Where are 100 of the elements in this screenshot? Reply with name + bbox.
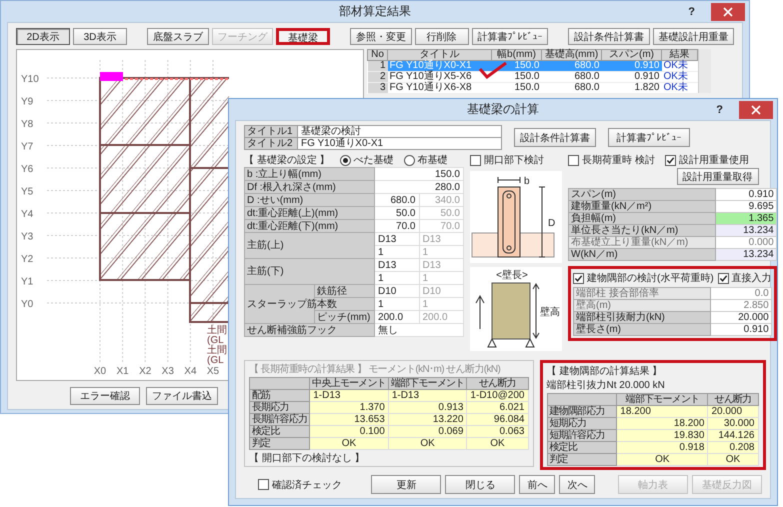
table-cell: 0.100 — [310, 426, 388, 438]
report-button[interactable]: 設計条件計算書 — [514, 128, 596, 147]
member-type-button[interactable]: 基礎梁 — [276, 28, 330, 45]
column-header: スパン(m) — [602, 50, 662, 60]
table-cell: 0.918 — [616, 442, 708, 454]
table-cell[interactable]: 13.234 — [715, 248, 776, 260]
checkbox-label: 長期荷重時 検討 — [582, 154, 655, 167]
table-cell: 150.0 — [492, 82, 542, 94]
row-header: 建物重量(kN／m²) — [568, 200, 716, 212]
checkbox-label: 開口部下検討 — [484, 154, 544, 167]
table-cell: 3 — [368, 82, 388, 94]
report-button[interactable]: 計算書ﾌﾟﾚﾋﾞｭｰ — [608, 128, 690, 147]
table-cell[interactable]: D13 — [374, 258, 419, 272]
table-cell[interactable]: 0.910 — [710, 324, 772, 336]
table-cell: 1.820 — [602, 82, 662, 94]
table-row[interactable]: 3 FG Y10通りX6-X8 150.0 680.0 1.820 OK未 — [368, 82, 698, 94]
table-cell: D13 — [419, 232, 464, 246]
radio-button[interactable] — [404, 154, 415, 166]
table-cell: 0.910 — [602, 72, 662, 82]
table-cell: D13 — [419, 258, 464, 272]
table-cell: D10 — [419, 284, 464, 298]
checkbox[interactable] — [664, 154, 676, 166]
row-header: スパン(m) — [568, 188, 716, 200]
plan-note: (GL — [207, 335, 224, 346]
table-cell[interactable]: 1 — [374, 298, 419, 310]
row-header: 主筋(下) — [244, 258, 375, 284]
scrollbar[interactable] — [698, 49, 711, 93]
table-cell[interactable]: 280.0 — [374, 180, 464, 194]
radio-button[interactable] — [340, 154, 351, 166]
load-arrow — [476, 295, 484, 330]
table-cell: OK — [310, 438, 388, 450]
checkbox[interactable] — [718, 272, 729, 284]
table-cell[interactable]: D13 — [374, 232, 419, 246]
table-cell[interactable]: 0.910 — [715, 188, 776, 200]
axis-label: Y7 — [21, 142, 34, 152]
table-cell[interactable]: 680.0 — [374, 194, 419, 206]
table-cell[interactable]: 70.0 — [374, 220, 419, 232]
checkbox[interactable] — [568, 154, 579, 166]
table-cell[interactable]: 無し — [374, 324, 464, 336]
table-cell: OK — [466, 438, 528, 450]
checkbox[interactable] — [470, 154, 481, 166]
axis-label: Y5 — [21, 186, 34, 198]
table-cell: 70.0 — [419, 220, 464, 232]
radio-label: 布基礎 — [418, 154, 448, 167]
row-header: 短期応力 — [547, 418, 617, 430]
toolbar-button[interactable]: 行削除 — [414, 28, 469, 45]
drawing-title: <壁長> — [496, 270, 528, 281]
table-cell: 0.063 — [466, 426, 528, 438]
toolbar-button[interactable]: 計算書ﾌﾟﾚﾋﾞｭｰ — [472, 28, 548, 45]
close-button[interactable] — [711, 2, 745, 20]
axis-label: Y4 — [21, 209, 34, 220]
axis-label: X2 — [139, 366, 152, 377]
dimension-line — [538, 186, 546, 258]
row-header: タイトル2 — [244, 138, 298, 150]
table-row[interactable]: 2 FG Y10通りX5-X6 150.0 680.0 0.910 OK未 — [368, 72, 698, 82]
toolbar-button[interactable]: 基礎設計用重量 — [652, 28, 734, 45]
close-icon[interactable] — [723, 6, 733, 16]
table-cell[interactable]: 1.365 — [715, 212, 776, 224]
row-header: 布基礎立上り重量(kN／m) — [568, 236, 716, 248]
row-header: W(kN／m) — [568, 248, 716, 260]
table-cell[interactable]: 1 — [374, 246, 419, 258]
height-arrow — [532, 283, 540, 339]
help-button[interactable]: ? — [716, 104, 723, 116]
table-cell[interactable]: 9.695 — [715, 200, 776, 212]
checkbox[interactable] — [573, 272, 584, 284]
table-cell[interactable]: 13.234 — [715, 224, 776, 236]
table-cell[interactable]: 20.000 — [710, 312, 772, 324]
footer-button[interactable]: 前へ — [519, 475, 556, 494]
footer-button[interactable]: 次へ — [559, 475, 596, 494]
close-icon[interactable] — [751, 104, 761, 114]
plan-note: 土間 — [207, 325, 227, 336]
view-tab[interactable]: 2D表示 — [16, 28, 70, 45]
table-row[interactable]: 1 FG Y10通りX0-X1 150.0 680.0 0.910 OK未 — [368, 60, 698, 72]
title-field[interactable]: 基礎梁の検討 — [298, 126, 502, 138]
close-button[interactable] — [739, 100, 773, 118]
table-cell[interactable]: 50.0 — [374, 206, 419, 220]
action-button[interactable]: エラー確認 — [70, 387, 140, 405]
checkbox[interactable] — [258, 479, 269, 490]
column-header: 中央上モーメント — [310, 378, 388, 390]
column-header: タイトル — [388, 50, 492, 60]
table-cell[interactable]: 1 — [374, 272, 419, 284]
get-weight-button[interactable]: 設計用重量取得 — [676, 168, 759, 185]
action-button[interactable]: ファイル書込 — [146, 387, 218, 405]
footer-button[interactable]: 閉じる — [445, 475, 516, 494]
table-cell[interactable]: 200.0 — [374, 310, 419, 324]
table-cell[interactable]: D10 — [374, 284, 419, 298]
member-type-button[interactable]: 底盤スラブ — [146, 28, 209, 45]
title-field[interactable]: FG Y10通りX0-X1 — [298, 138, 502, 150]
toolbar-button[interactable]: 設計条件計算書 — [568, 28, 650, 45]
view-tab[interactable]: 3D表示 — [73, 28, 127, 45]
axis-label: X1 — [116, 366, 129, 377]
help-button[interactable]: ? — [688, 6, 695, 18]
table-cell[interactable]: 150.0 — [374, 168, 464, 180]
toolbar-button[interactable]: 参照・変更 — [350, 28, 412, 45]
checkbox-label: 設計用重量使用 — [678, 154, 749, 167]
table-cell: 144.126 — [708, 430, 758, 442]
axis-label: Y1 — [21, 276, 34, 288]
table-cell[interactable]: 0.000 — [715, 236, 776, 248]
row-header: dt:重心距離(下)(mm) — [244, 220, 375, 232]
footer-button[interactable]: 更新 — [371, 475, 442, 494]
